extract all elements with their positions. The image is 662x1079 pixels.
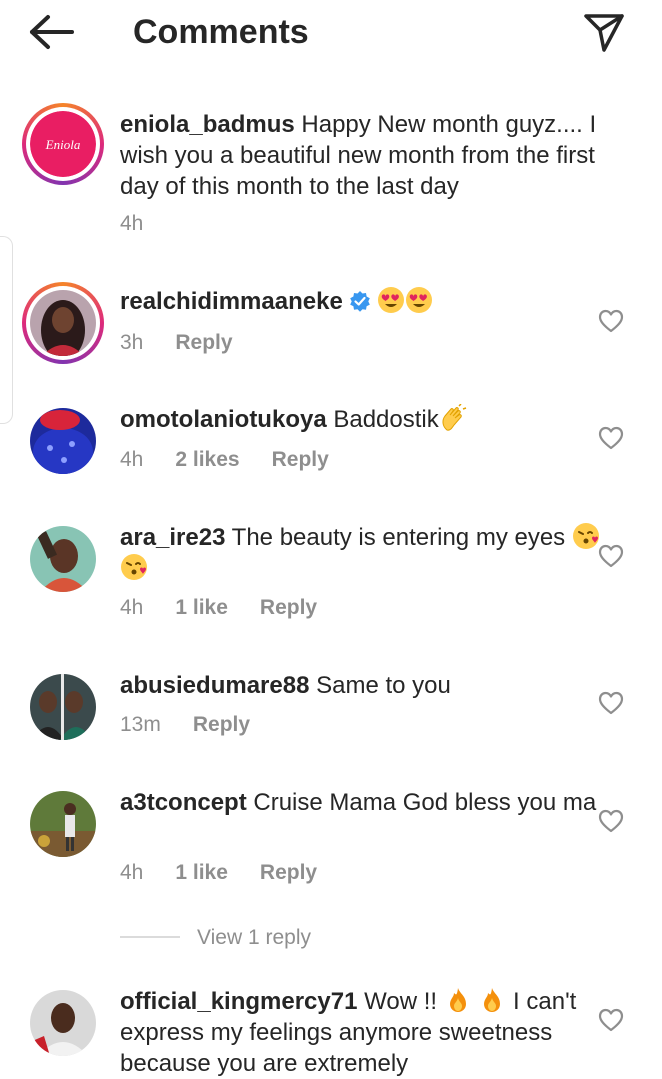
svg-text:Eniola: Eniola <box>45 137 81 152</box>
kissing-heart-emoji <box>572 523 599 549</box>
comment-time: 4h <box>120 448 144 471</box>
likes-count[interactable]: 1 like <box>175 861 228 884</box>
heart-outline-icon[interactable] <box>598 1008 624 1032</box>
profile-photo <box>30 990 96 1056</box>
brand-logo-avatar: Eniola <box>30 111 96 177</box>
profile-photo <box>30 674 96 740</box>
comment-body: eniola_badmus Happy New month guyz.... I… <box>120 109 602 202</box>
comment-time: 4h <box>120 596 144 619</box>
verified-badge-icon <box>349 291 370 312</box>
comment-username[interactable]: omotolaniotukoya <box>120 406 327 433</box>
comment-text: Baddostik <box>333 406 439 433</box>
likes-count[interactable]: 2 likes <box>175 448 239 471</box>
reply-button[interactable]: Reply <box>175 331 232 354</box>
reply-button[interactable]: Reply <box>193 713 250 736</box>
comment-meta: 13m Reply <box>120 710 282 740</box>
kissing-heart-emoji <box>121 554 147 580</box>
comment-username[interactable]: realchidimmaaneke <box>120 288 343 315</box>
heart-outline-icon[interactable] <box>598 309 624 333</box>
comment-time: 3h <box>120 331 144 354</box>
avatar[interactable]: Eniola <box>22 103 104 185</box>
profile-photo <box>30 791 96 857</box>
comment-time: 13m <box>120 713 161 736</box>
comment-username[interactable]: official_kingmercy71 <box>120 988 357 1015</box>
reply-button[interactable]: Reply <box>260 596 317 619</box>
comment-text: Same to you <box>316 672 451 699</box>
comment-text: Cruise Mama God bless you ma <box>253 789 597 816</box>
comment-username[interactable]: ara_ire23 <box>120 524 225 551</box>
heart-eyes-emoji <box>406 287 433 313</box>
heart-eyes-emoji <box>378 287 405 313</box>
profile-photo <box>30 290 96 356</box>
heart-outline-icon[interactable] <box>598 809 624 833</box>
comment-body: a3tconcept Cruise Mama God bless you ma <box>120 787 602 818</box>
avatar[interactable] <box>30 408 96 474</box>
reply-divider <box>120 936 180 938</box>
heart-outline-icon[interactable] <box>598 426 624 450</box>
fire-emoji <box>449 988 466 1012</box>
comment-time: 4h <box>120 212 144 235</box>
arrow-left-icon <box>30 15 74 49</box>
heart-outline-icon[interactable] <box>598 544 624 568</box>
profile-photo <box>30 408 96 474</box>
comment-time: 4h <box>120 861 144 884</box>
avatar[interactable] <box>30 526 96 592</box>
profile-photo <box>30 526 96 592</box>
fire-emoji <box>484 988 501 1012</box>
comment-body: abusiedumare88 Same to you <box>120 670 602 701</box>
comment-meta: 4h 1 like Reply <box>120 593 349 623</box>
comment-text: The beauty is entering my eyes <box>231 524 566 551</box>
comment-meta: 3h Reply <box>120 328 265 358</box>
avatar[interactable] <box>22 282 104 364</box>
avatar[interactable] <box>30 791 96 857</box>
comment-username[interactable]: a3tconcept <box>120 789 247 816</box>
comment-meta: 4h <box>120 209 175 239</box>
clapping-hands-emoji <box>442 404 466 431</box>
likes-count[interactable]: 1 like <box>175 596 228 619</box>
paper-plane-icon <box>584 14 624 52</box>
comment-body: official_kingmercy71 Wow !! I can't expr… <box>120 986 602 1079</box>
back-button[interactable] <box>28 12 78 52</box>
share-button[interactable] <box>582 10 626 54</box>
comment-text: Wow !! <box>364 988 438 1015</box>
heart-outline-icon[interactable] <box>598 691 624 715</box>
edge-handle[interactable] <box>0 236 13 424</box>
comment-meta: 4h 1 like Reply <box>120 858 349 888</box>
avatar[interactable] <box>30 990 96 1056</box>
avatar[interactable] <box>30 674 96 740</box>
comment-body: omotolaniotukoya Baddostik <box>120 404 602 435</box>
comment-body: ara_ire23 The beauty is entering my eyes <box>120 522 602 584</box>
reply-button[interactable]: Reply <box>272 448 329 471</box>
comment-username[interactable]: abusiedumare88 <box>120 672 309 699</box>
comment-meta: 4h 2 likes Reply <box>120 445 361 475</box>
comment-body: realchidimmaaneke <box>120 286 602 317</box>
comments-header: Comments <box>0 0 662 66</box>
page-title: Comments <box>133 13 309 51</box>
reply-button[interactable]: Reply <box>260 861 317 884</box>
view-replies-label: View 1 reply <box>197 926 312 949</box>
comment-username[interactable]: eniola_badmus <box>120 111 295 138</box>
